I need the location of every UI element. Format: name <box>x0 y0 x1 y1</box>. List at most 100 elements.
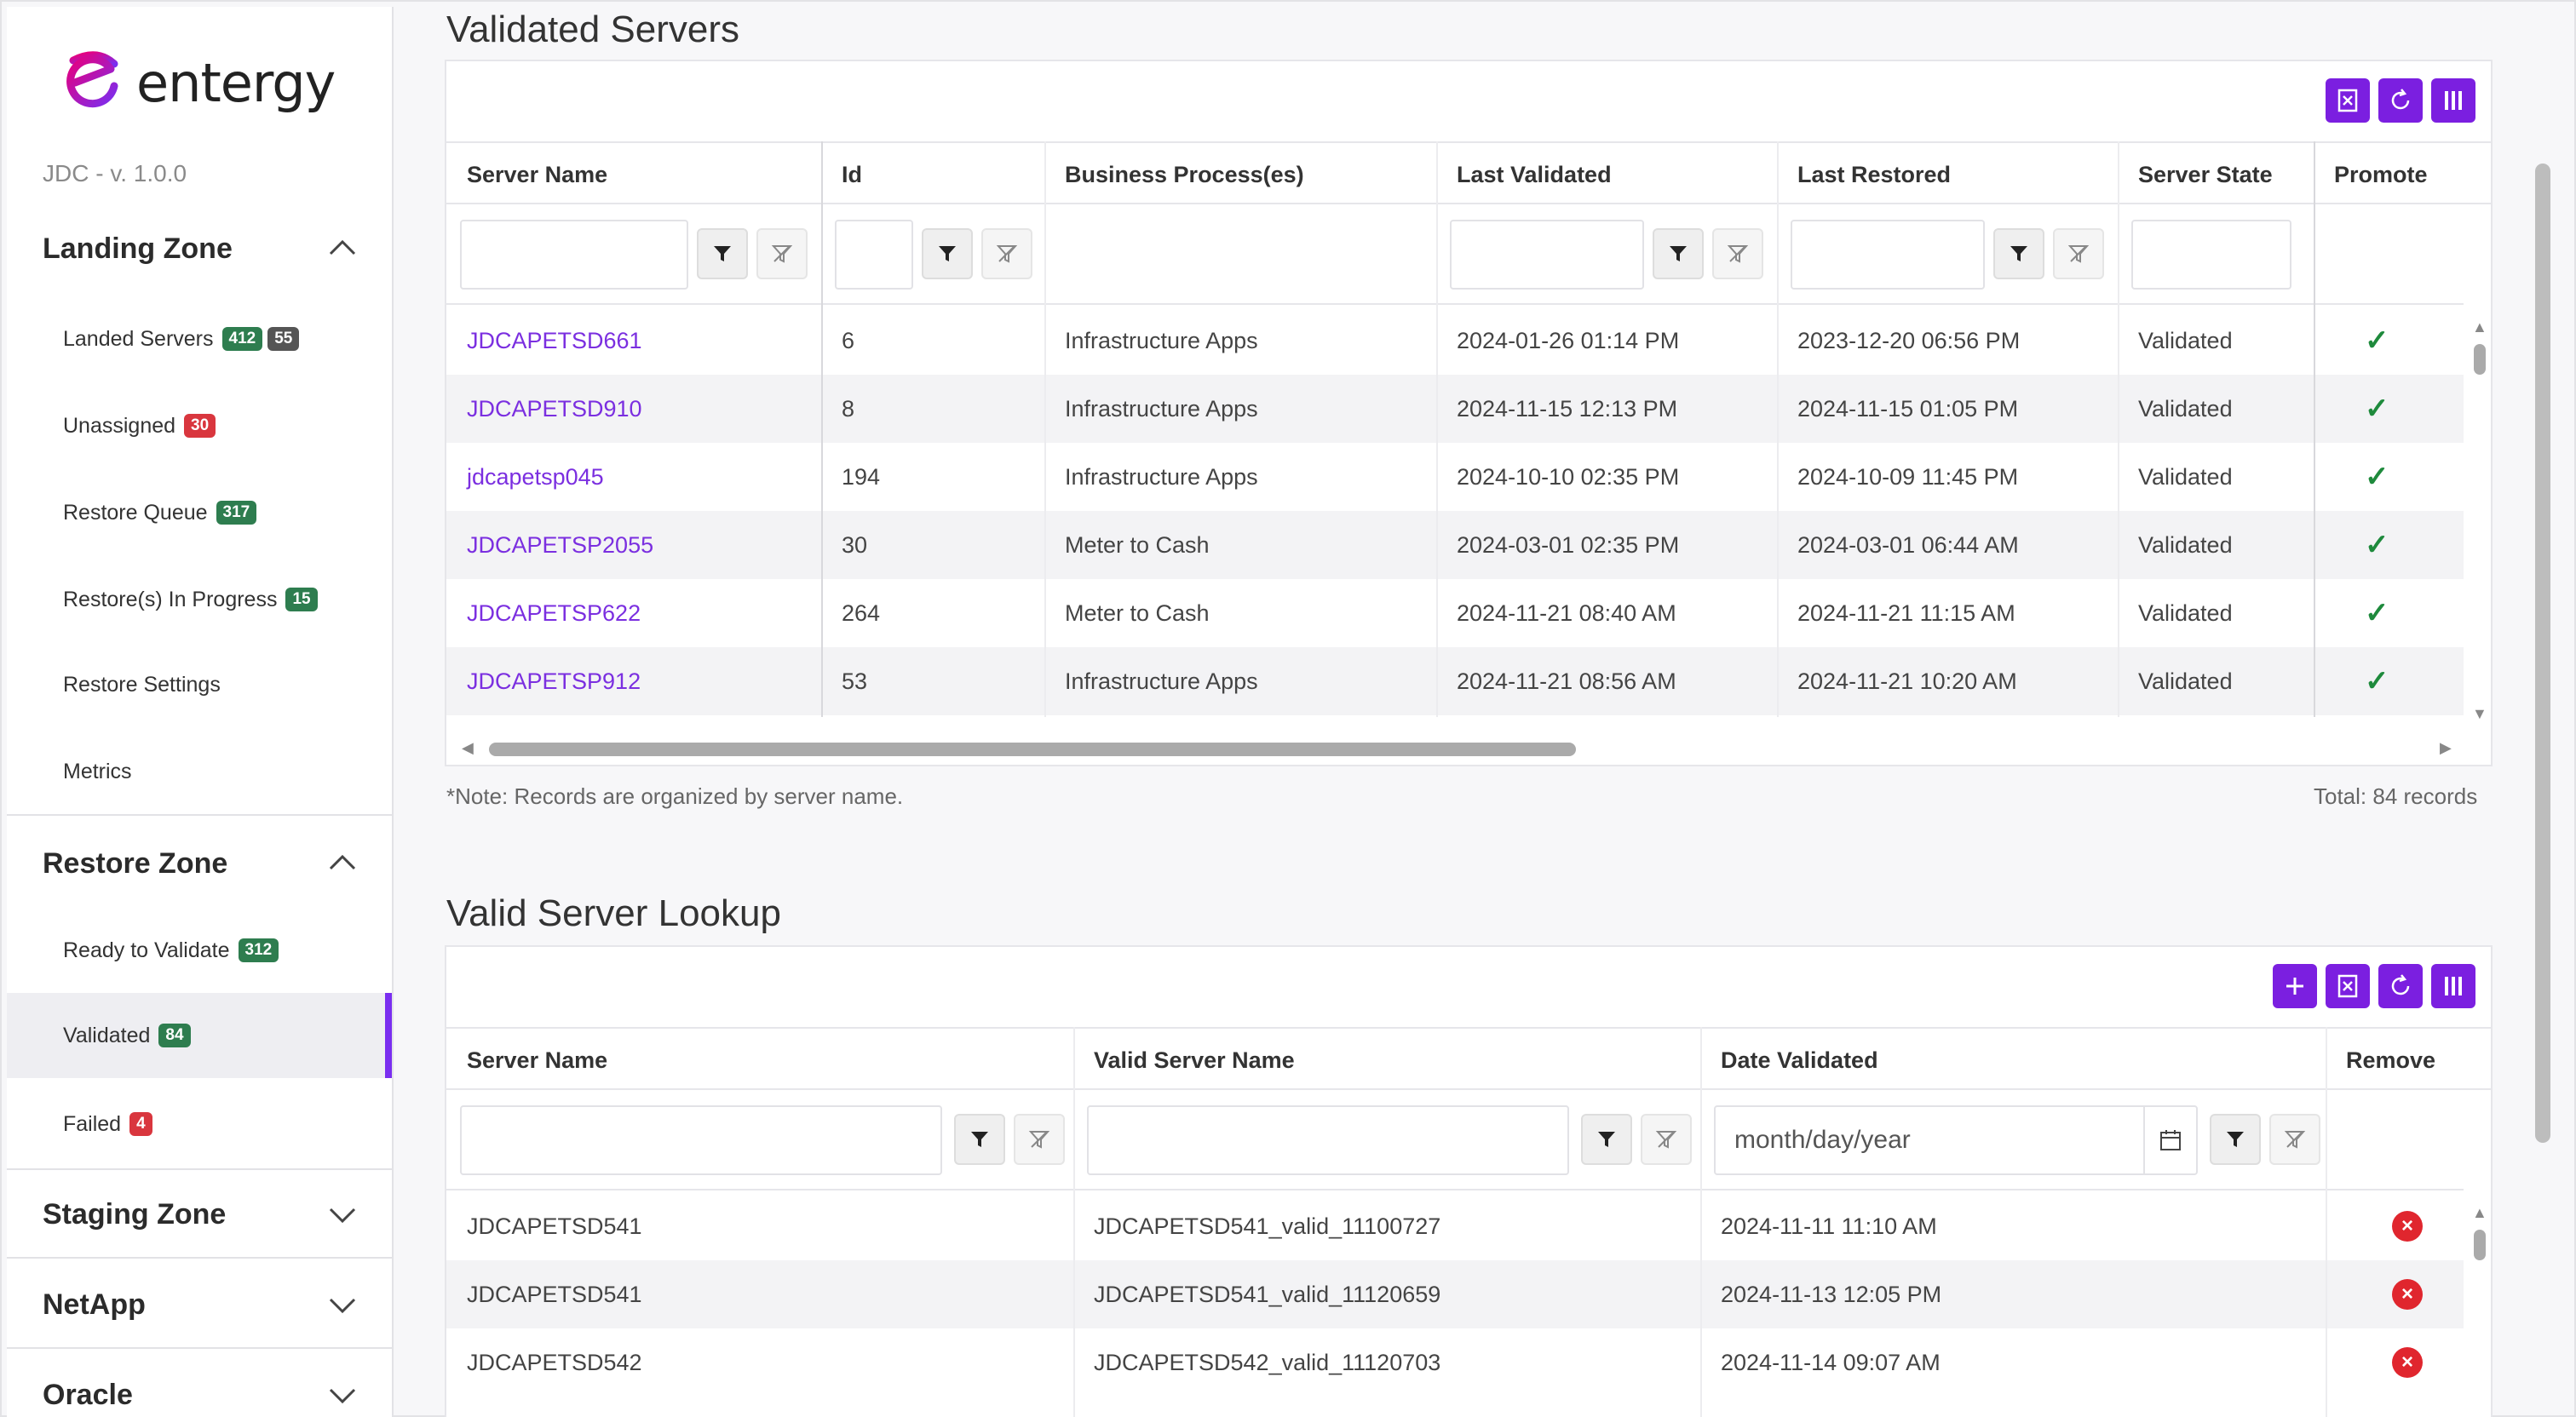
logo: entergy <box>63 44 336 121</box>
remove-button[interactable]: × <box>2372 1192 2423 1260</box>
horizontal-scrollbar-thumb[interactable] <box>489 743 1576 756</box>
page-scrollbar[interactable] <box>2535 164 2550 1143</box>
clear-filter-button[interactable] <box>2053 228 2104 279</box>
table-row[interactable]: JDCAPETSD910 8 Infrastructure Apps 2024-… <box>446 375 2464 443</box>
chevron-down-icon <box>329 1388 356 1404</box>
sidebar-item-failed[interactable]: Failed 4 <box>7 1081 392 1167</box>
sidebar-item-restore-queue[interactable]: Restore Queue 317 <box>7 470 392 555</box>
sidebar-item-validated[interactable]: Validated 84 <box>7 993 392 1078</box>
date-validated-filter-input[interactable]: month/day/year <box>1714 1105 2198 1175</box>
remove-button[interactable]: × <box>2372 1328 2423 1397</box>
table-row[interactable]: JDCAPETSD541 JDCAPETSD541_valid_11100727… <box>446 1192 2464 1260</box>
column-divider <box>2314 141 2315 717</box>
filter-button[interactable] <box>2210 1114 2261 1165</box>
vertical-scrollbar-thumb[interactable] <box>2474 1230 2486 1260</box>
section-restore-zone[interactable]: Restore Zone <box>7 821 392 906</box>
filter-button[interactable] <box>1653 228 1704 279</box>
remove-button[interactable]: × <box>2372 1260 2423 1328</box>
clear-filter-button[interactable] <box>2269 1114 2320 1165</box>
clear-filter-button[interactable] <box>981 228 1032 279</box>
server-name-link[interactable]: JDCAPETSP622 <box>446 579 641 647</box>
column-header-valid-server-name[interactable]: Valid Server Name <box>1073 1029 1700 1092</box>
filter-button[interactable] <box>697 228 748 279</box>
filter-button[interactable] <box>1581 1114 1632 1165</box>
refresh-icon <box>2391 89 2410 110</box>
sidebar-item-restores-in-progress[interactable]: Restore(s) In Progress 15 <box>7 557 392 642</box>
server-name-link[interactable]: JDCAPETSD661 <box>446 307 642 375</box>
column-chooser-button[interactable] <box>2431 78 2475 123</box>
server-name-link[interactable]: JDCAPETSP2055 <box>446 511 653 579</box>
filter-button[interactable] <box>922 228 973 279</box>
sidebar-item-metrics[interactable]: Metrics <box>7 729 392 814</box>
scroll-up-arrow[interactable]: ▲ <box>2472 1204 2487 1222</box>
section-staging-zone[interactable]: Staging Zone <box>7 1172 392 1257</box>
clear-filter-button[interactable] <box>756 228 808 279</box>
export-excel-button[interactable] <box>2326 964 2370 1008</box>
server-name-filter-input[interactable] <box>460 1105 942 1175</box>
section-netapp[interactable]: NetApp <box>7 1262 392 1347</box>
table-row[interactable]: jdcapetsp045 194 Infrastructure Apps 202… <box>446 443 2464 511</box>
export-excel-button[interactable] <box>2326 78 2370 123</box>
server-name-link[interactable]: JDCAPETSP912 <box>446 647 641 715</box>
server-name-link[interactable]: JDCAPETSD910 <box>446 375 642 443</box>
scroll-left-arrow[interactable]: ◀ <box>462 739 474 757</box>
promote-check-icon[interactable]: ✓ <box>2344 647 2389 715</box>
column-header-server-name[interactable]: Server Name <box>446 143 821 206</box>
promote-check-icon[interactable]: ✓ <box>2344 443 2389 511</box>
promote-check-icon[interactable]: ✓ <box>2344 307 2389 375</box>
column-header-date-validated[interactable]: Date Validated <box>1700 1029 2326 1092</box>
calendar-button[interactable] <box>2143 1107 2196 1173</box>
add-button[interactable] <box>2273 964 2317 1008</box>
column-divider <box>2118 141 2119 717</box>
clear-filter-icon <box>1028 1131 1050 1149</box>
server-state-filter-input[interactable] <box>2131 220 2291 290</box>
clear-filter-button[interactable] <box>1641 1114 1692 1165</box>
scroll-down-arrow[interactable]: ▼ <box>2472 705 2487 723</box>
table-row[interactable]: JDCAPETSD541 JDCAPETSD541_valid_11120659… <box>446 1260 2464 1328</box>
sidebar-item-ready-to-validate[interactable]: Ready to Validate 312 <box>7 908 392 993</box>
refresh-button[interactable] <box>2378 78 2423 123</box>
table-row[interactable]: JDCAPETSP622 264 Meter to Cash 2024-11-2… <box>446 579 2464 647</box>
clear-filter-button[interactable] <box>1014 1114 1065 1165</box>
sidebar-item-restore-settings[interactable]: Restore Settings <box>7 642 392 727</box>
promote-check-icon[interactable]: ✓ <box>2344 579 2389 647</box>
column-divider <box>1436 141 1438 717</box>
vertical-scrollbar-thumb[interactable] <box>2474 344 2486 375</box>
table-row[interactable]: JDCAPETSP2055 30 Meter to Cash 2024-03-0… <box>446 511 2464 579</box>
section-oracle[interactable]: Oracle <box>7 1352 392 1417</box>
last-validated-cell: 2024-11-21 08:56 AM <box>1457 668 1676 694</box>
id-filter-input[interactable] <box>835 220 913 290</box>
column-chooser-button[interactable] <box>2431 964 2475 1008</box>
server-name-link[interactable]: jdcapetsp045 <box>446 443 604 511</box>
column-header-business-process[interactable]: Business Process(es) <box>1044 143 1436 206</box>
scroll-up-arrow[interactable]: ▲ <box>2472 318 2487 336</box>
filter-button[interactable] <box>1993 228 2044 279</box>
last-validated-filter-input[interactable] <box>1450 220 1644 290</box>
last-restored-filter-input[interactable] <box>1791 220 1985 290</box>
page-title: Validated Servers <box>446 9 740 50</box>
table-row[interactable]: JDCAPETSP912 53 Infrastructure Apps 2024… <box>446 647 2464 715</box>
promote-check-icon[interactable]: ✓ <box>2344 511 2389 579</box>
column-header-last-restored[interactable]: Last Restored <box>1777 143 2118 206</box>
column-header-server-state[interactable]: Server State <box>2118 143 2314 206</box>
table-row[interactable]: JDCAPETSD661 6 Infrastructure Apps 2024-… <box>446 307 2464 375</box>
server-name-filter-input[interactable] <box>460 220 688 290</box>
sidebar-item-landed-servers[interactable]: Landed Servers 412 55 <box>7 296 392 382</box>
column-header-promote[interactable]: Promote <box>2314 143 2467 206</box>
promote-check-icon[interactable]: ✓ <box>2344 375 2389 443</box>
last-restored-cell: 2024-10-09 11:45 PM <box>1797 463 2019 490</box>
filter-button[interactable] <box>954 1114 1005 1165</box>
column-header-id[interactable]: Id <box>821 143 1044 206</box>
section-landing-zone[interactable]: Landing Zone <box>7 206 392 291</box>
clear-filter-button[interactable] <box>1712 228 1763 279</box>
excel-icon <box>2337 89 2358 112</box>
column-divider <box>1777 141 1779 717</box>
column-header-last-validated[interactable]: Last Validated <box>1436 143 1777 206</box>
column-header-server-name[interactable]: Server Name <box>446 1029 1073 1092</box>
refresh-button[interactable] <box>2378 964 2423 1008</box>
scroll-right-arrow[interactable]: ▶ <box>2440 739 2452 757</box>
column-header-remove[interactable]: Remove <box>2326 1029 2462 1092</box>
sidebar-item-unassigned[interactable]: Unassigned 30 <box>7 383 392 468</box>
table-row[interactable]: JDCAPETSD542 JDCAPETSD542_valid_11120703… <box>446 1328 2464 1397</box>
valid-server-name-filter-input[interactable] <box>1087 1105 1569 1175</box>
